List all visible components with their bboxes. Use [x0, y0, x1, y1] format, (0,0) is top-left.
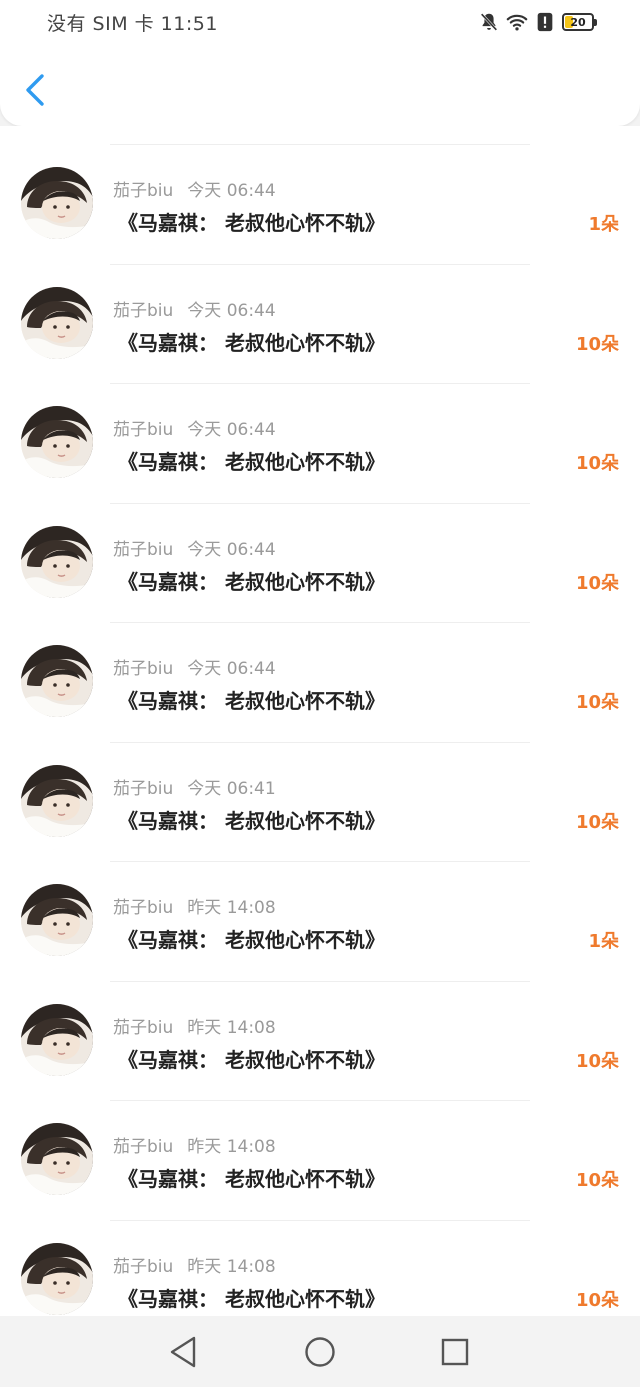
gift-time: 昨天 14:08 — [187, 1017, 276, 1038]
nav-back-button[interactable] — [165, 1334, 201, 1370]
row-divider — [110, 1100, 530, 1101]
row-divider — [110, 1219, 530, 1221]
gift-amount: 10朵 — [575, 692, 619, 713]
gift-meta: 茄子biu 今天 06:44 — [113, 296, 276, 321]
gift-amount: 10朵 — [575, 572, 619, 594]
row-divider — [110, 502, 530, 504]
gift-meta: 茄子biu 昨天 14:08 — [113, 1252, 276, 1277]
gift-amount: 10朵 — [575, 1170, 619, 1191]
row-divider — [110, 263, 530, 265]
gift-meta: 茄子biu 昨天 14:08 — [113, 893, 276, 918]
battery-level: 20 — [570, 15, 586, 29]
avatar[interactable] — [21, 167, 93, 239]
gift-amount: 10朵 — [575, 453, 619, 474]
gift-meta: 茄子biu 今天 06:44 — [113, 176, 276, 201]
top-bar: 没有 SIM 卡 11:51 20 — [0, 0, 640, 126]
gift-time: 昨天 14:08 — [187, 1137, 276, 1157]
back-button[interactable] — [18, 70, 52, 110]
status-carrier-time: 没有 SIM 卡 11:51 — [47, 13, 218, 35]
gift-time: 今天 06:44 — [187, 659, 276, 679]
battery-icon: 20 — [562, 13, 597, 31]
sender-name: 茄子biu — [113, 1137, 174, 1157]
avatar[interactable] — [21, 884, 93, 956]
gift-meta: 茄子biu 昨天 14:08 — [113, 1132, 276, 1157]
gift-amount: 10朵 — [575, 1289, 619, 1311]
home-circle-icon — [305, 1337, 335, 1367]
sender-name: 茄子biu — [113, 539, 174, 560]
gift-time: 今天 06:44 — [187, 181, 276, 201]
gift-row[interactable]: 茄子biu 今天 06:44 《马嘉祺： 老叔他心怀不轨》 10朵 — [0, 246, 640, 366]
status-bar: 没有 SIM 卡 11:51 20 — [0, 0, 640, 44]
work-title: 《马嘉祺： 老叔他心怀不轨》 — [118, 689, 385, 713]
gift-list[interactable]: 茄子biu 今天 06:44 《马嘉祺： 老叔他心怀不轨》 1朵 茄子biu 今天 … — [0, 126, 640, 1316]
gift-row[interactable]: 茄子biu 昨天 14:08 《马嘉祺： 老叔他心怀不轨》 10朵 — [0, 1082, 640, 1202]
sender-name: 茄子biu — [113, 898, 174, 918]
gift-time: 今天 06:44 — [187, 300, 276, 321]
work-title: 《马嘉祺： 老叔他心怀不轨》 — [118, 569, 385, 594]
gift-amount: 10朵 — [575, 1050, 619, 1072]
gift-row[interactable]: 茄子biu 今天 06:44 《马嘉祺： 老叔他心怀不轨》 1朵 — [0, 126, 640, 246]
work-title: 《马嘉祺： 老叔他心怀不轨》 — [118, 1167, 385, 1191]
sender-name: 茄子biu — [113, 778, 174, 799]
avatar[interactable] — [21, 1123, 93, 1195]
gift-time: 昨天 14:08 — [187, 1256, 276, 1277]
gift-row[interactable]: 茄子biu 今天 06:44 《马嘉祺： 老叔他心怀不轨》 10朵 — [0, 604, 640, 724]
recents-square-icon — [441, 1338, 469, 1366]
avatar[interactable] — [21, 1242, 93, 1315]
bell-muted-icon — [480, 13, 498, 31]
gift-time: 今天 06:44 — [187, 420, 276, 440]
avatar[interactable] — [21, 406, 93, 478]
status-icons: 20 — [478, 10, 597, 34]
gift-row[interactable]: 茄子biu 昨天 14:08 《马嘉祺： 老叔他心怀不轨》 10朵 — [0, 963, 640, 1083]
work-title: 《马嘉祺： 老叔他心怀不轨》 — [118, 1286, 385, 1311]
sender-name: 茄子biu — [113, 1256, 174, 1277]
gift-amount: 1朵 — [588, 931, 619, 952]
alert-icon — [537, 12, 553, 32]
gift-row[interactable]: 茄子biu 昨天 14:08 《马嘉祺： 老叔他心怀不轨》 10朵 — [0, 1202, 640, 1317]
gift-time: 今天 06:44 — [187, 539, 276, 560]
wifi-icon — [506, 14, 528, 31]
gift-amount: 1朵 — [588, 214, 619, 235]
nav-recents-button[interactable] — [437, 1334, 473, 1370]
gift-time: 昨天 14:08 — [187, 898, 276, 918]
gift-amount: 10朵 — [575, 333, 619, 355]
row-divider — [110, 622, 530, 623]
avatar[interactable] — [21, 645, 93, 717]
work-title: 《马嘉祺： 老叔他心怀不轨》 — [118, 330, 385, 355]
back-triangle-icon — [170, 1336, 196, 1368]
row-divider — [110, 383, 530, 384]
gift-row[interactable]: 茄子biu 昨天 14:08 《马嘉祺： 老叔他心怀不轨》 1朵 — [0, 843, 640, 963]
gift-row[interactable]: 茄子biu 今天 06:44 《马嘉祺： 老叔他心怀不轨》 10朵 — [0, 365, 640, 485]
gift-row[interactable]: 茄子biu 今天 06:41 《马嘉祺： 老叔他心怀不轨》 10朵 — [0, 724, 640, 844]
gift-meta: 茄子biu 今天 06:44 — [113, 415, 276, 440]
sender-name: 茄子biu — [113, 181, 174, 201]
nav-home-button[interactable] — [302, 1334, 338, 1370]
gift-meta: 茄子biu 今天 06:44 — [113, 654, 276, 679]
work-title: 《马嘉祺： 老叔他心怀不轨》 — [118, 928, 385, 952]
row-divider — [110, 861, 530, 862]
avatar[interactable] — [21, 764, 93, 837]
avatar[interactable] — [21, 1003, 93, 1076]
row-divider — [110, 980, 530, 982]
system-nav-bar — [0, 1316, 640, 1387]
gift-meta: 茄子biu 今天 06:41 — [113, 774, 276, 799]
gift-meta: 茄子biu 今天 06:44 — [113, 535, 276, 560]
avatar[interactable] — [21, 525, 93, 598]
sender-name: 茄子biu — [113, 300, 174, 321]
work-title: 《马嘉祺： 老叔他心怀不轨》 — [118, 211, 385, 235]
row-divider — [110, 741, 530, 743]
work-title: 《马嘉祺： 老叔他心怀不轨》 — [118, 1047, 385, 1072]
gift-meta: 茄子biu 昨天 14:08 — [113, 1013, 276, 1038]
row-divider — [110, 144, 530, 145]
sender-name: 茄子biu — [113, 420, 174, 440]
work-title: 《马嘉祺： 老叔他心怀不轨》 — [118, 450, 385, 474]
work-title: 《马嘉祺： 老叔他心怀不轨》 — [118, 808, 385, 833]
gift-amount: 10朵 — [575, 811, 619, 833]
sender-name: 茄子biu — [113, 1017, 174, 1038]
avatar[interactable] — [21, 286, 93, 359]
sender-name: 茄子biu — [113, 659, 174, 679]
gift-row[interactable]: 茄子biu 今天 06:44 《马嘉祺： 老叔他心怀不轨》 10朵 — [0, 485, 640, 605]
gift-time: 今天 06:41 — [187, 778, 276, 799]
chevron-left-icon — [26, 74, 44, 106]
